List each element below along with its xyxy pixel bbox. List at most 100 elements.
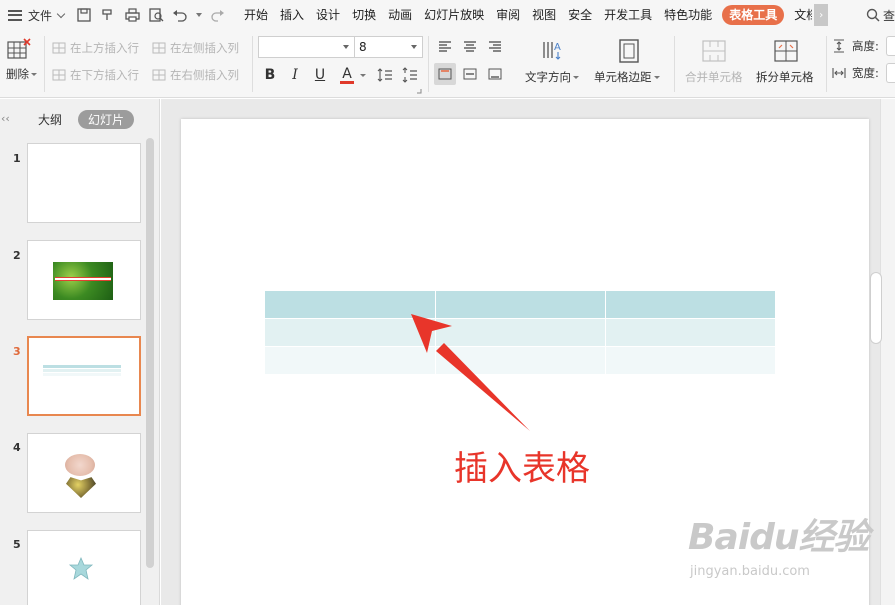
tabs-scroll-right-button[interactable]: › — [814, 4, 829, 26]
column-width-input[interactable] — [886, 63, 895, 83]
search-command[interactable]: 查 — [861, 0, 895, 30]
cell-margin-button[interactable]: 单元格边距 — [590, 34, 670, 92]
save-icon[interactable] — [76, 7, 92, 23]
font-name-select[interactable] — [258, 36, 355, 58]
tab-view[interactable]: 视图 — [526, 0, 562, 30]
dialog-launcher-icon[interactable] — [416, 88, 422, 94]
row-height-input[interactable] — [886, 36, 895, 56]
panel-scrollbar[interactable] — [146, 138, 154, 568]
dropdown-arrow-icon — [573, 76, 579, 79]
italic-button[interactable]: I — [286, 66, 304, 84]
tab-transition[interactable]: 切换 — [346, 0, 382, 30]
insert-row-above-button[interactable]: 在上方插入行 — [52, 40, 139, 56]
insert-row-below-button[interactable]: 在下方插入行 — [52, 67, 139, 83]
tab-review[interactable]: 审阅 — [490, 0, 526, 30]
split-cells-icon — [774, 40, 798, 62]
delete-button[interactable]: 删除 — [6, 38, 37, 82]
insert-row-below-label: 在下方插入行 — [70, 68, 139, 82]
svg-text:A: A — [554, 42, 561, 53]
chevron-down-icon — [343, 45, 349, 49]
thumbnail-star-shape — [68, 557, 94, 580]
menu-bar: 文件 开始 插入 设计 切换 动画 幻灯片放映 审阅 视图 安全 开发工具 特色… — [0, 0, 895, 30]
tab-slides[interactable]: 幻灯片 — [78, 110, 135, 129]
text-direction-label: 文字方向 — [525, 70, 571, 84]
undo-icon[interactable] — [172, 7, 188, 23]
redo-icon[interactable] — [210, 7, 226, 23]
editor-scrollbar-thumb[interactable] — [870, 272, 882, 344]
insert-row-above-label: 在上方插入行 — [70, 41, 139, 55]
row-height-icon — [834, 39, 844, 53]
collapse-panel-icon[interactable]: ‹‹ — [1, 112, 10, 125]
text-direction-button[interactable]: A 文字方向 — [518, 34, 586, 92]
insert-column-left-button[interactable]: 在左侧插入列 — [152, 40, 239, 56]
format-painter-icon[interactable] — [100, 7, 116, 23]
table-cell[interactable] — [605, 318, 775, 347]
paragraph-spacing-icon — [402, 67, 417, 83]
tab-developer[interactable]: 开发工具 — [598, 0, 658, 30]
slide-thumbnail-current[interactable] — [27, 336, 141, 416]
watermark-brand: Baidu经验 — [688, 517, 869, 558]
align-top-button[interactable] — [434, 63, 456, 85]
tab-slideshow[interactable]: 幻灯片放映 — [418, 0, 490, 30]
align-middle-button[interactable] — [459, 63, 481, 85]
merge-cells-button[interactable]: 合并单元格 — [680, 34, 748, 92]
align-right-icon — [489, 41, 501, 52]
editor-scroll-track — [880, 99, 895, 605]
split-cells-button[interactable]: 拆分单元格 — [752, 34, 822, 92]
thumbnail-caption-bar — [55, 277, 111, 281]
bold-button[interactable]: B — [261, 66, 279, 84]
align-bottom-button[interactable] — [484, 63, 506, 85]
tab-security[interactable]: 安全 — [562, 0, 598, 30]
tab-features[interactable]: 特色功能 — [658, 0, 718, 30]
insert-column-right-icon — [152, 69, 166, 81]
watermark-site: jingyan.baidu.com — [690, 564, 810, 579]
ribbon-separator — [826, 36, 827, 92]
chevron-down-icon — [56, 9, 66, 18]
slide-thumbnail[interactable] — [27, 530, 141, 605]
tab-table-tools[interactable]: 表格工具 — [722, 5, 785, 25]
align-center-button[interactable] — [459, 36, 481, 58]
slide-number: 4 — [13, 441, 21, 454]
font-size-select[interactable]: 8 — [354, 36, 423, 58]
paragraph-spacing-button[interactable] — [401, 66, 419, 84]
print-preview-icon[interactable] — [148, 7, 164, 23]
tab-design[interactable]: 设计 — [310, 0, 346, 30]
panel-view-tabs: 大纲 幻灯片 — [28, 110, 135, 129]
ribbon-separator — [44, 36, 45, 92]
ribbon-separator — [674, 36, 675, 92]
table-cell[interactable] — [605, 291, 775, 319]
line-spacing-icon — [377, 68, 392, 82]
table-cell[interactable] — [605, 346, 775, 374]
tab-insert[interactable]: 插入 — [274, 0, 310, 30]
font-color-button[interactable]: A — [338, 66, 356, 84]
chevron-down-icon — [411, 45, 417, 49]
insert-row-below-icon — [52, 69, 66, 81]
ribbon-separator — [252, 36, 253, 92]
align-right-button[interactable] — [484, 36, 506, 58]
slide-thumbnail[interactable] — [27, 433, 141, 513]
tab-animation[interactable]: 动画 — [382, 0, 418, 30]
print-icon[interactable] — [124, 7, 140, 23]
line-spacing-button[interactable] — [376, 66, 394, 84]
font-color-dropdown-icon[interactable] — [360, 74, 366, 77]
tab-home[interactable]: 开始 — [238, 0, 274, 30]
slide-thumbnail[interactable] — [27, 240, 141, 320]
align-left-button[interactable] — [434, 36, 456, 58]
tab-outline[interactable]: 大纲 — [28, 110, 72, 129]
undo-dropdown-icon[interactable] — [196, 7, 203, 23]
slide-thumbnail[interactable] — [27, 143, 141, 223]
slide-number: 2 — [13, 249, 21, 262]
search-icon — [866, 8, 880, 22]
tab-document[interactable]: 文档 — [788, 0, 812, 30]
ribbon-tabs: 开始 插入 设计 切换 动画 幻灯片放映 审阅 视图 安全 开发工具 特色功能 … — [238, 0, 829, 30]
font-size-value: 8 — [359, 40, 367, 54]
underline-button[interactable]: U — [311, 66, 329, 84]
hamburger-icon — [8, 9, 22, 21]
column-width-label: 宽度: — [852, 66, 879, 80]
annotation-label: 插入表格 — [454, 449, 590, 489]
insert-column-left-icon — [152, 42, 166, 54]
file-menu[interactable]: 文件 — [0, 0, 68, 30]
insert-column-right-button[interactable]: 在右侧插入列 — [152, 67, 239, 83]
slide-panel: ‹‹ 大纲 幻灯片 1 2 3 4 5 — [0, 99, 160, 605]
search-command-label: 查 — [882, 8, 895, 23]
